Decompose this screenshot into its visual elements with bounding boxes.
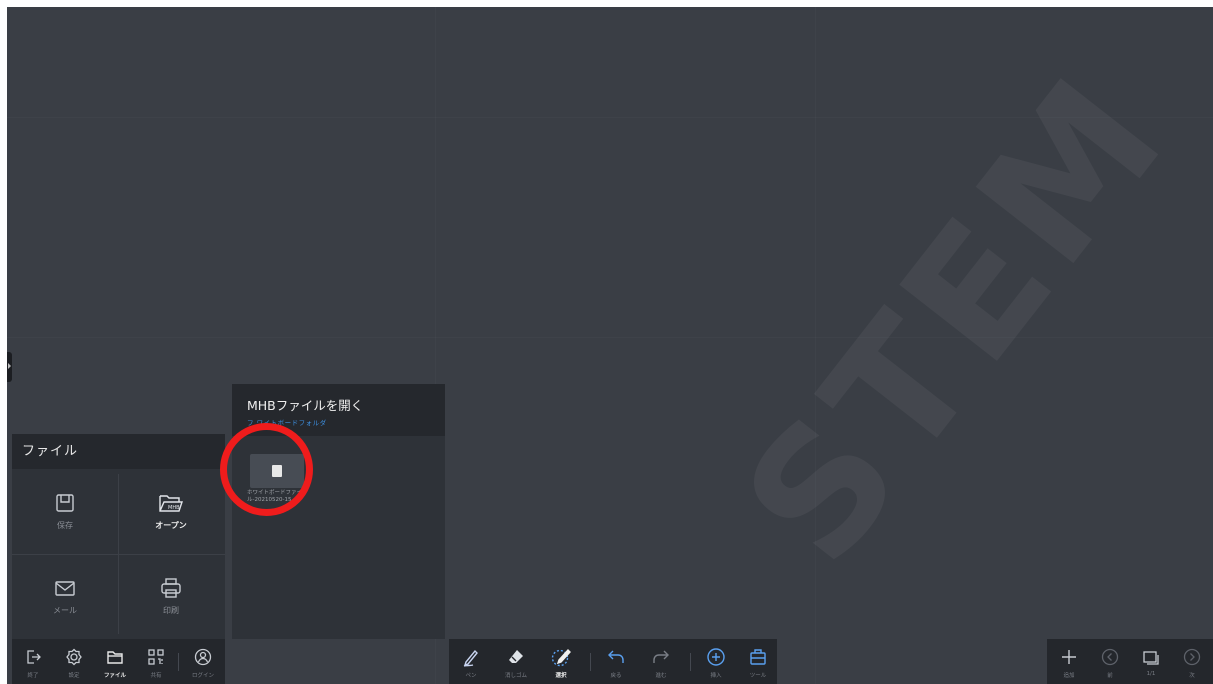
exit-button[interactable]: 終了	[14, 639, 52, 684]
exit-label: 終了	[27, 673, 39, 679]
bottom-right-toolbar: 追加 前 1/1 次	[1047, 639, 1213, 684]
select-icon	[551, 648, 571, 667]
eraser-button[interactable]: 消しゴム	[497, 639, 535, 684]
settings-button[interactable]: 設定	[55, 639, 93, 684]
whiteboard-canvas[interactable]: STEM ファイル 保存 MHB オープン メール 印刷 MHBファイルを開く …	[7, 7, 1213, 684]
divider	[12, 554, 225, 555]
prev-page-label: 前	[1107, 673, 1113, 679]
share-label: 共有	[150, 673, 162, 679]
print-button[interactable]: 印刷	[118, 554, 224, 639]
folder-icon	[107, 651, 123, 664]
insert-label: 挿入	[710, 673, 722, 679]
toolbox-label: ツール	[749, 673, 767, 679]
highlight-circle	[220, 423, 313, 516]
save-label: 保存	[57, 521, 73, 530]
next-icon	[1183, 648, 1201, 666]
gear-icon	[66, 648, 82, 666]
redo-button[interactable]: 進む	[642, 639, 680, 684]
prev-icon	[1101, 648, 1119, 666]
open-label: オープン	[155, 521, 187, 530]
user-icon	[194, 648, 212, 666]
select-label: 選択	[555, 673, 567, 679]
undo-button[interactable]: 戻る	[597, 639, 635, 684]
redo-label: 進む	[655, 673, 667, 679]
mail-button[interactable]: メール	[12, 554, 118, 639]
page-indicator[interactable]: 1/1	[1132, 639, 1170, 684]
pen-icon	[463, 649, 478, 667]
divider	[690, 653, 691, 671]
print-label: 印刷	[163, 606, 179, 615]
add-page-button[interactable]: 追加	[1050, 639, 1088, 684]
insert-button[interactable]: 挿入	[697, 639, 735, 684]
open-file-panel: MHBファイルを開く フ ワイトボードフォルダ ホワイトボードファイル-2021…	[220, 384, 445, 639]
page-count-label: 1/1	[1146, 671, 1156, 677]
mail-icon	[55, 581, 75, 596]
pen-button[interactable]: ペン	[452, 639, 490, 684]
chevron-right-icon	[8, 363, 11, 369]
exit-icon	[27, 650, 41, 664]
select-button[interactable]: 選択	[542, 639, 580, 684]
svg-text:MHB: MHB	[168, 505, 180, 511]
add-icon	[1062, 650, 1076, 664]
eraser-label: 消しゴム	[504, 673, 527, 679]
bottom-center-toolbar: ペン 消しゴム 選択 戻る 進む 挿入 ツール	[449, 639, 777, 684]
file-button[interactable]: ファイル	[96, 639, 134, 684]
open-button[interactable]: MHB オープン	[118, 469, 224, 554]
undo-label: 戻る	[610, 673, 622, 679]
insert-icon	[707, 648, 725, 666]
next-page-label: 次	[1189, 673, 1195, 679]
prev-page-button[interactable]: 前	[1091, 639, 1129, 684]
qr-code-icon	[148, 649, 164, 665]
toolbox-button[interactable]: ツール	[739, 639, 777, 684]
file-panel-title: ファイル	[12, 434, 225, 469]
folder-open-icon: MHB	[159, 495, 183, 512]
print-icon	[161, 578, 181, 598]
bottom-left-toolbar: 終了 設定 ファイル 共有 ログイン	[12, 639, 225, 684]
divider	[590, 653, 591, 671]
pen-label: ペン	[465, 673, 477, 679]
divider	[178, 653, 179, 671]
file-panel: ファイル 保存 MHB オープン メール 印刷	[12, 434, 225, 639]
undo-icon	[608, 650, 624, 663]
save-icon	[56, 494, 74, 512]
save-button[interactable]: 保存	[12, 469, 118, 554]
next-page-button[interactable]: 次	[1173, 639, 1211, 684]
mail-label: メール	[53, 606, 77, 615]
login-label: ログイン	[191, 673, 214, 679]
settings-label: 設定	[68, 673, 80, 679]
toolbox-icon	[750, 649, 766, 665]
redo-icon	[653, 650, 669, 663]
eraser-icon	[509, 650, 523, 663]
add-page-label: 追加	[1063, 673, 1075, 679]
side-drawer-handle[interactable]	[7, 352, 12, 382]
file-label: ファイル	[103, 673, 126, 679]
watermark: STEM	[707, 39, 1206, 599]
login-button[interactable]: ログイン	[184, 639, 222, 684]
open-file-title: MHBファイルを開く	[247, 398, 364, 413]
page-icon	[1143, 651, 1159, 665]
share-button[interactable]: 共有	[137, 639, 175, 684]
